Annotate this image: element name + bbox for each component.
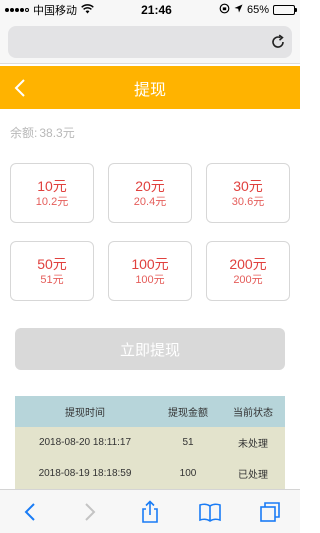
carrier-label: 中国移动 [33,5,77,17]
cell-time: 2018-08-19 18:18:59 [38,468,132,479]
actual-amount-label: 30.6元 [231,195,265,208]
back-arrow-icon[interactable] [15,497,45,527]
orientation-lock-icon [219,3,230,17]
chevron-left-icon[interactable] [8,74,32,101]
amount-label: 20元 [135,177,165,194]
app-header: 提现 [0,66,300,109]
cell-time: 2018-08-20 18:11:17 [38,437,132,448]
amount-option[interactable]: 20元 20.4元 [108,163,192,223]
actual-amount-label: 51元 [40,273,64,286]
cell-amount: 100 [179,468,197,479]
page-title: 提现 [133,81,166,99]
actual-amount-label: 200元 [233,273,263,286]
signal-icon [5,8,29,12]
clock-label: 21:46 [141,3,172,17]
balance: 余额: 38.3元 [10,124,75,141]
battery-icon [272,5,297,15]
withdraw-button[interactable]: 立即提现 [15,328,285,370]
actual-amount-label: 100元 [135,273,165,286]
balance-value: 38.3元 [39,126,75,140]
amount-option[interactable]: 50元 51元 [10,241,94,301]
amount-label: 100元 [131,255,169,272]
table-header: 提现时间 提现金额 当前状态 [15,396,285,427]
withdraw-records-table: 提现时间 提现金额 当前状态 2018-08-20 18:11:17 51 未处… [15,396,285,489]
battery-percent: 65% [246,4,269,16]
amount-option[interactable]: 10元 10.2元 [10,163,94,223]
location-icon [234,4,243,16]
actual-amount-label: 10.2元 [35,195,69,208]
amount-label: 30元 [233,177,263,194]
table-row: 2018-08-20 18:11:17 51 未处理 [15,427,285,458]
balance-label: 余额: [10,126,38,140]
cell-amount: 51 [182,437,194,448]
reload-icon[interactable] [269,33,287,51]
browser-bar [0,20,300,64]
share-icon[interactable] [135,497,165,527]
cell-status: 已处理 [238,470,268,481]
table-row: 2018-08-19 18:18:59 100 已处理 [15,458,285,489]
amount-label: 200元 [229,255,267,272]
forward-arrow-icon[interactable] [75,497,105,527]
url-field[interactable] [8,26,292,58]
amount-option[interactable]: 200元 200元 [206,241,290,301]
amount-label: 50元 [37,255,67,272]
amount-label: 10元 [37,177,67,194]
amount-option[interactable]: 30元 30.6元 [206,163,290,223]
column-header-time: 提现时间 [65,408,105,419]
column-header-amount: 提现金额 [168,408,208,419]
column-header-status: 当前状态 [233,408,273,419]
actual-amount-label: 20.4元 [133,195,167,208]
wifi-icon [81,3,94,17]
bookmarks-icon[interactable] [195,497,225,527]
cell-status: 未处理 [238,439,268,450]
status-bar: 中国移动 21:46 65% [0,0,300,20]
status-left: 中国移动 [5,2,94,18]
browser-toolbar [0,489,300,533]
amount-option[interactable]: 100元 100元 [108,241,192,301]
status-right: 65% [219,3,297,17]
tabs-icon[interactable] [255,497,285,527]
